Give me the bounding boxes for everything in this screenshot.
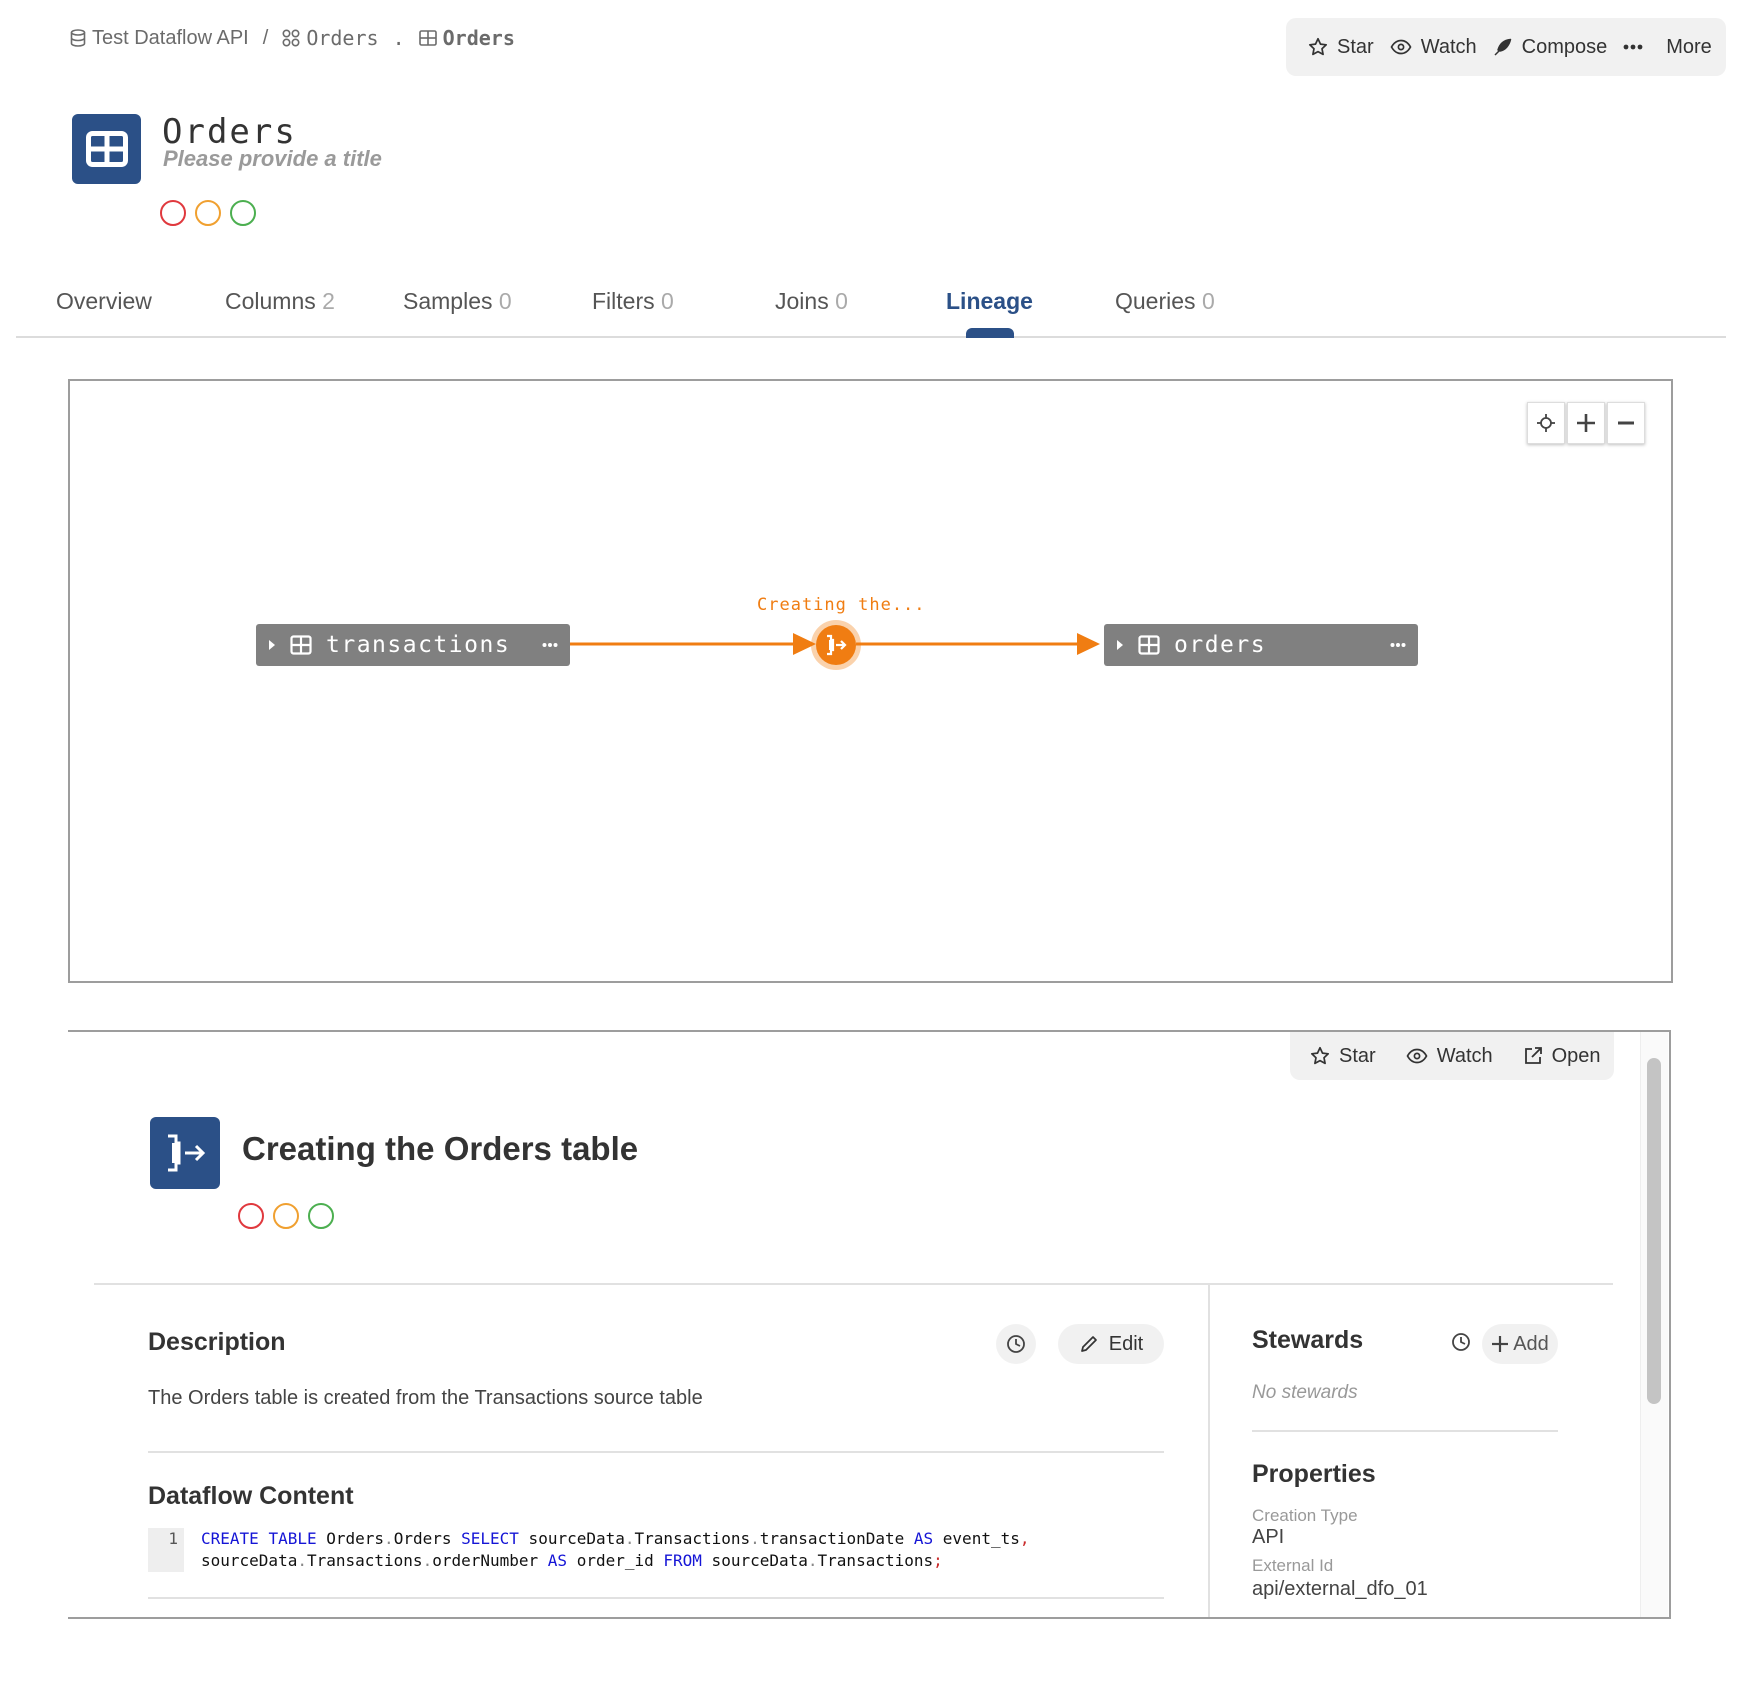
table-entity-icon [72,114,141,184]
panel-star-button[interactable]: Star [1310,1045,1376,1068]
database-icon [70,29,86,47]
breadcrumb-dot: . [392,26,405,50]
property-value-creation-type: API [1252,1526,1285,1548]
panel-scrollbar-thumb[interactable] [1647,1058,1661,1404]
tab-columns[interactable]: Columns 2 [225,288,335,315]
property-label-creation-type: Creation Type [1252,1506,1358,1525]
lineage-canvas[interactable] [68,379,1673,983]
zoom-in-button[interactable] [1567,402,1605,444]
star-icon [1310,1046,1330,1066]
code-line-number: 1 [148,1528,184,1572]
lineage-node-transactions[interactable]: transactions [256,624,570,666]
caret-right-icon[interactable] [268,639,276,651]
star-button[interactable]: Star [1308,36,1374,59]
plus-icon [1575,412,1597,434]
dataflow-title: Creating the Orders table [242,1130,639,1167]
recenter-button[interactable] [1527,402,1565,444]
tab-overview[interactable]: Overview [56,288,152,315]
dataflow-content-heading: Dataflow Content [148,1482,354,1510]
more-button[interactable]: More [1623,36,1712,59]
tab-joins[interactable]: Joins 0 [775,288,848,315]
stewards-heading: Stewards [1252,1326,1364,1354]
tab-lineage[interactable]: Lineage [946,288,1033,315]
compose-button[interactable]: Compose [1493,36,1607,59]
description-heading: Description [148,1328,286,1356]
warn-dot[interactable] [195,200,221,226]
lineage-node-orders[interactable]: orders [1104,624,1418,666]
schema-icon [282,29,300,47]
endorse-dot[interactable] [230,200,256,226]
description-history-button[interactable] [996,1324,1036,1364]
property-label-external-id: External Id [1252,1556,1334,1575]
more-icon[interactable] [1390,642,1406,648]
properties-heading: Properties [1252,1460,1376,1488]
panel-watch-button[interactable]: Watch [1406,1045,1493,1068]
watch-button[interactable]: Watch [1390,36,1477,59]
dataflow-code-block: 1 CREATE TABLE Orders.Orders SELECT sour… [148,1528,1164,1572]
breadcrumb: Test Dataflow API / Orders . Orders [70,26,515,50]
stewards-divider [1252,1430,1558,1432]
zoom-out-button[interactable] [1607,402,1645,444]
external-link-icon [1523,1046,1543,1066]
tab-samples[interactable]: Samples 0 [403,288,512,315]
deprecate-dot[interactable] [160,200,186,226]
stewards-history-button[interactable] [1451,1332,1471,1352]
lineage-edge-label[interactable]: Creating the... [757,595,926,615]
active-tab-indicator [966,328,1014,338]
dataflow-entity-icon [150,1117,220,1189]
add-steward-button[interactable]: Add [1482,1324,1558,1364]
section-divider [148,1451,1164,1453]
panel-endorsement-dots [238,1203,334,1229]
panel-divider [94,1283,1613,1285]
section-divider [148,1597,1164,1599]
panel-open-button[interactable]: Open [1523,1045,1601,1068]
history-icon [1451,1332,1471,1352]
more-icon [1623,44,1643,50]
page-action-bar: Star Watch Compose More [1286,18,1726,76]
endorsement-dots [160,200,256,226]
breadcrumb-separator: / [262,26,269,49]
edit-description-button[interactable]: Edit [1058,1324,1164,1364]
tab-queries[interactable]: Queries 0 [1115,288,1215,315]
dataflow-node-icon [816,625,856,665]
breadcrumb-schema[interactable]: Orders [282,26,379,50]
plus-icon [1491,1335,1509,1353]
code-text: CREATE TABLE Orders.Orders SELECT source… [201,1529,1030,1570]
tab-filters[interactable]: Filters 0 [592,288,674,315]
dataflow-node[interactable] [811,620,861,670]
panel-column-divider [1208,1283,1210,1617]
property-value-external-id: api/external_dfo_01 [1252,1578,1428,1600]
zoom-controls [1527,402,1645,444]
table-icon [418,30,437,46]
table-icon [1138,635,1160,655]
more-icon[interactable] [542,642,558,648]
tab-bar: Overview Columns 2 Samples 0 Filters 0 J… [16,276,1726,338]
table-icon [290,635,312,655]
pencil-icon [1079,1334,1099,1354]
locate-icon [1536,413,1556,433]
star-icon [1308,37,1328,57]
eye-icon [1390,39,1412,55]
description-text: The Orders table is created from the Tra… [148,1387,703,1409]
endorse-dot[interactable] [308,1203,334,1229]
caret-right-icon[interactable] [1116,639,1124,651]
breadcrumb-table[interactable]: Orders [418,26,515,50]
panel-bottom-border [68,1617,1671,1619]
eye-icon [1406,1048,1428,1064]
page-subtitle[interactable]: Please provide a title [163,146,382,172]
feather-icon [1493,37,1513,57]
warn-dot[interactable] [273,1203,299,1229]
minus-icon [1617,421,1635,425]
deprecate-dot[interactable] [238,1203,264,1229]
no-stewards-text: No stewards [1252,1382,1358,1403]
breadcrumb-datasource[interactable]: Test Dataflow API [70,27,249,50]
panel-right-border [1669,1030,1671,1619]
history-icon [1006,1334,1026,1354]
panel-action-bar: Star Watch Open [1290,1032,1614,1080]
